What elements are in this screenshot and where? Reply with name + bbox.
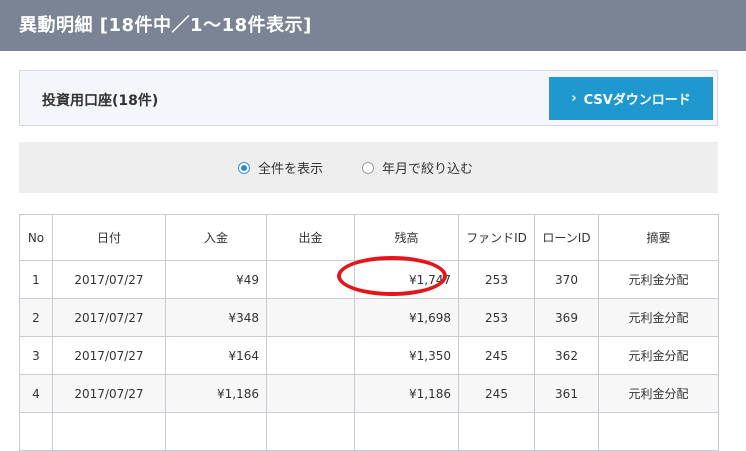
cell-summary: 元利金分配 [598, 260, 719, 299]
col-header-balance: 残高 [354, 214, 459, 261]
cell-deposit: ¥49 [165, 260, 267, 299]
cell-fund-id [458, 412, 535, 451]
col-header-withdrawal: 出金 [266, 214, 355, 261]
cell-balance: ¥1,747 [354, 260, 459, 299]
csv-download-button[interactable]: › CSVダウンロード [549, 77, 713, 120]
account-panel: 投資用口座(18件) › CSVダウンロード [19, 70, 718, 126]
cell-deposit: ¥1,186 [165, 374, 267, 413]
cell-withdrawal [266, 336, 355, 375]
cell-deposit [165, 412, 267, 451]
cell-loan-id: 362 [534, 336, 599, 375]
radio-unchecked-icon[interactable] [362, 161, 374, 174]
radio-filter-by-month-label: 年月で絞り込む [382, 162, 474, 177]
cell-summary: 元利金分配 [598, 336, 719, 375]
cell-loan-id: 369 [534, 298, 599, 337]
cell-summary: 元利金分配 [598, 298, 719, 337]
table-row: 1 2017/07/27 ¥49 ¥1,747 253 370 元利金分配 [19, 260, 719, 299]
cell-loan-id: 370 [534, 260, 599, 299]
radio-checked-icon[interactable] [238, 161, 250, 174]
cell-no: 1 [19, 260, 53, 299]
cell-no [19, 412, 53, 451]
cell-loan-id [534, 412, 599, 451]
cell-deposit: ¥164 [165, 336, 267, 375]
cell-withdrawal [266, 412, 355, 451]
cell-withdrawal [266, 298, 355, 337]
cell-date: 2017/07/27 [52, 260, 166, 299]
table-row [19, 412, 719, 451]
cell-no: 3 [19, 336, 53, 375]
page-title: 異動明細 [18件中／1〜18件表示] [19, 15, 312, 36]
csv-download-label: CSVダウンロード [583, 93, 691, 108]
cell-no: 2 [19, 298, 53, 337]
cell-no: 4 [19, 374, 53, 413]
cell-summary [598, 412, 719, 451]
cell-summary: 元利金分配 [598, 374, 719, 413]
filter-panel: 全件を表示 年月で絞り込む [19, 142, 718, 193]
table-header-row: No 日付 入金 出金 残高 ファンドID ローンID 摘要 [19, 214, 719, 261]
col-header-summary: 摘要 [598, 214, 719, 261]
table-row: 4 2017/07/27 ¥1,186 ¥1,186 245 361 元利金分配 [19, 374, 719, 413]
cell-deposit: ¥348 [165, 298, 267, 337]
cell-loan-id: 361 [534, 374, 599, 413]
cell-balance: ¥1,350 [354, 336, 459, 375]
table-row: 2 2017/07/27 ¥348 ¥1,698 253 369 元利金分配 [19, 298, 719, 337]
col-header-date: 日付 [52, 214, 166, 261]
col-header-no: No [19, 214, 53, 261]
col-header-loan-id: ローンID [534, 214, 599, 261]
col-header-deposit: 入金 [165, 214, 267, 261]
cell-withdrawal [266, 374, 355, 413]
radio-show-all[interactable]: 全件を表示 [238, 142, 323, 193]
cell-fund-id: 253 [458, 298, 535, 337]
col-header-fund-id: ファンドID [458, 214, 535, 261]
cell-balance: ¥1,186 [354, 374, 459, 413]
transactions-table: No 日付 入金 出金 残高 ファンドID ローンID 摘要 1 2017/07… [19, 214, 719, 451]
cell-date [52, 412, 166, 451]
cell-balance: ¥1,698 [354, 298, 459, 337]
chevron-right-icon: › [571, 91, 577, 106]
cell-date: 2017/07/27 [52, 298, 166, 337]
cell-fund-id: 245 [458, 336, 535, 375]
radio-filter-by-month[interactable]: 年月で絞り込む [362, 142, 473, 193]
header-bar: 異動明細 [18件中／1〜18件表示] [0, 0, 746, 51]
account-title: 投資用口座(18件) [42, 93, 159, 109]
table-row: 3 2017/07/27 ¥164 ¥1,350 245 362 元利金分配 [19, 336, 719, 375]
cell-date: 2017/07/27 [52, 374, 166, 413]
cell-withdrawal [266, 260, 355, 299]
cell-fund-id: 253 [458, 260, 535, 299]
cell-date: 2017/07/27 [52, 336, 166, 375]
radio-show-all-label: 全件を表示 [258, 162, 324, 177]
cell-balance [354, 412, 459, 451]
cell-fund-id: 245 [458, 374, 535, 413]
